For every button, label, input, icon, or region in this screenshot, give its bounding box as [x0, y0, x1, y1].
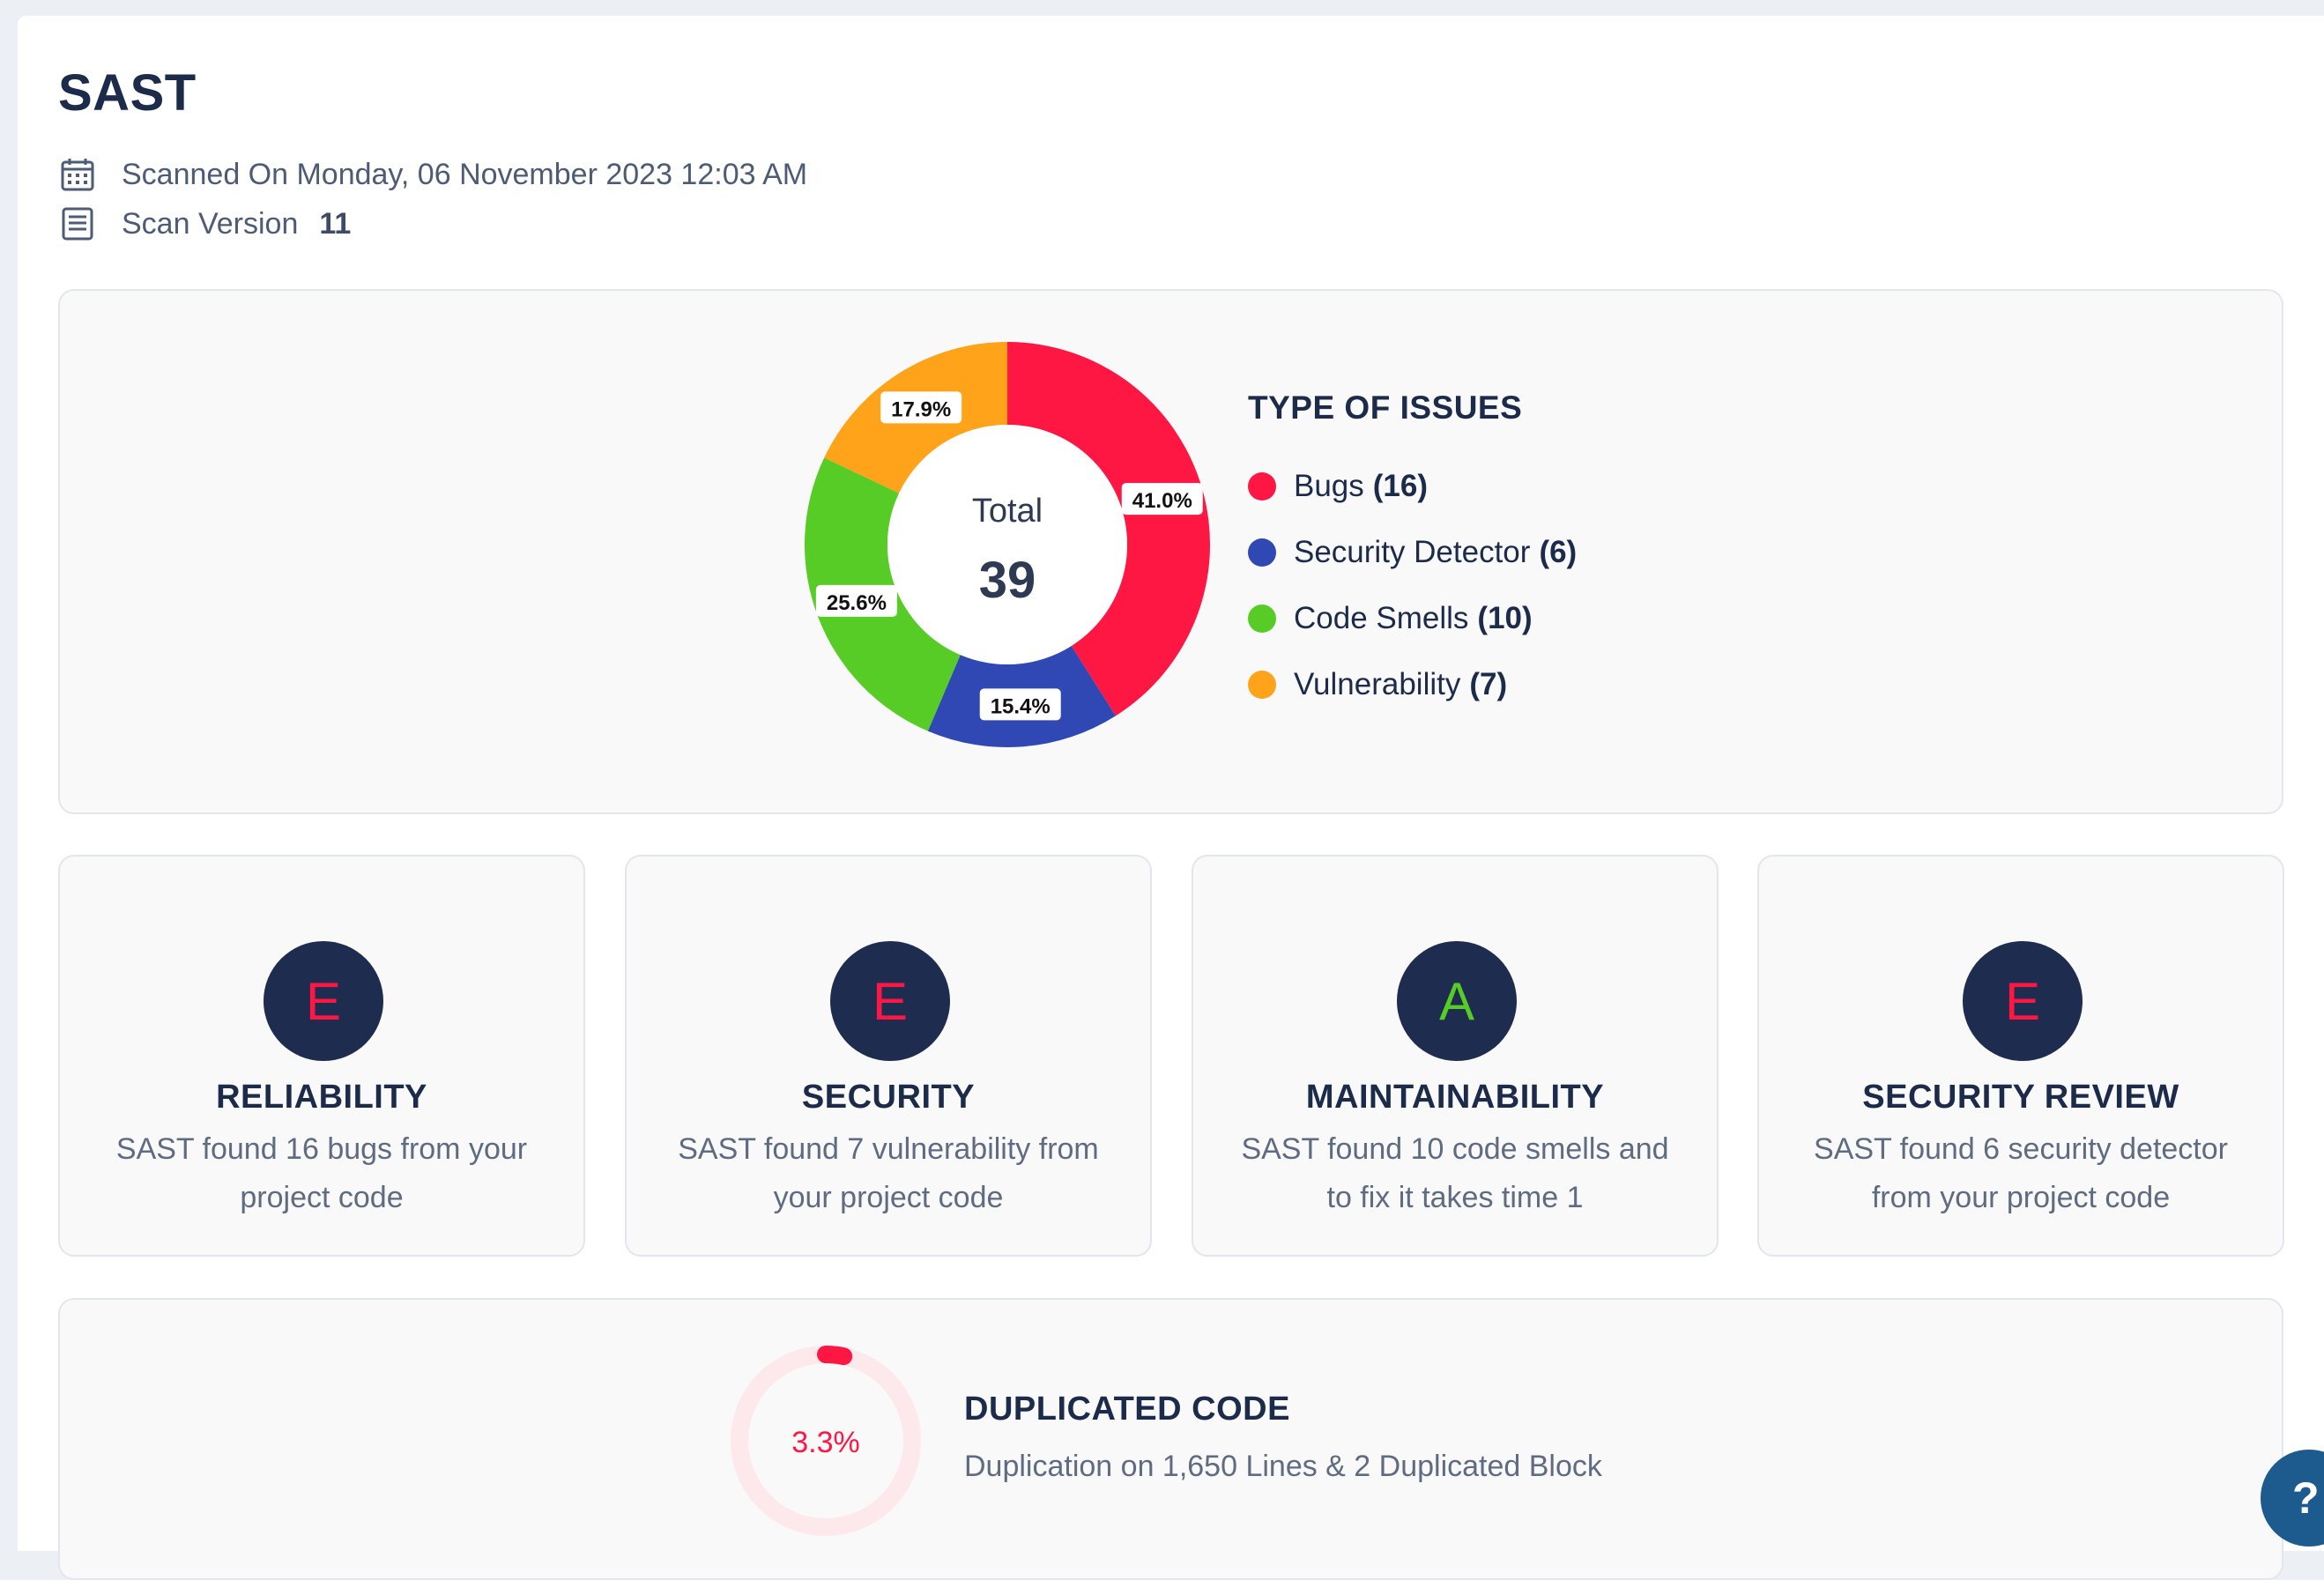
maintainability-card[interactable]: A MAINTAINABILITY SAST found 10 code sme…	[1192, 855, 1719, 1257]
donut-percent-label: 25.6%	[815, 584, 897, 617]
legend-title: TYPE OF ISSUES	[1248, 389, 1523, 426]
percent-label-text: 41.0%	[1132, 489, 1192, 513]
grade-badge: E	[264, 941, 383, 1061]
legend-label: Code Smells	[1294, 601, 1469, 635]
legend-count: (6)	[1539, 535, 1578, 569]
legend-item-bugs: Bugs (16)	[1248, 469, 1428, 504]
card-description: SAST found 10 code smells and to fix it …	[1241, 1132, 1669, 1214]
legend-count: (10)	[1477, 601, 1533, 635]
donut-total-label: Total	[972, 493, 1043, 530]
duplicated-code-description: Duplication on 1,650 Lines & 2 Duplicate…	[964, 1450, 1602, 1483]
legend-count: (7)	[1469, 667, 1508, 701]
security-review-card[interactable]: E SECURITY REVIEW SAST found 6 security …	[1757, 855, 2284, 1257]
card-title: SECURITY	[801, 1079, 976, 1116]
percent-label-text: 17.9%	[891, 397, 951, 421]
duplicated-code-title: DUPLICATED CODE	[964, 1391, 1290, 1428]
legend-dot	[1248, 605, 1276, 633]
duplicated-code-card	[58, 1298, 2283, 1580]
donut-percent-label: 17.9%	[880, 391, 962, 424]
legend-label: Vulnerability	[1294, 667, 1461, 701]
donut-center	[887, 425, 1127, 664]
legend-dot	[1248, 671, 1276, 699]
card-title: RELIABILITY	[216, 1079, 427, 1116]
card-description: SAST found 16 bugs from your project cod…	[115, 1132, 528, 1214]
grade-badge: E	[1963, 941, 2083, 1061]
card-description: SAST found 7 vulnerability from your pro…	[678, 1132, 1099, 1214]
gauge-percent-label: 3.3%	[791, 1426, 860, 1459]
card-description: SAST found 6 security detector from your…	[1814, 1132, 2228, 1214]
card-title: MAINTAINABILITY	[1305, 1079, 1605, 1116]
percent-label-text: 15.4%	[991, 694, 1051, 718]
gauge-progress	[817, 1346, 853, 1366]
legend-label: Bugs	[1294, 469, 1364, 503]
legend-dot	[1248, 538, 1276, 567]
duplication-gauge: 3.3%	[731, 1346, 921, 1536]
legend-item-security-detector: Security Detector (6)	[1248, 535, 1577, 570]
donut-percent-label: 15.4%	[979, 688, 1061, 721]
legend-dot	[1248, 472, 1276, 501]
security-card[interactable]: E SECURITY SAST found 7 vulnerability fr…	[625, 855, 1152, 1257]
reliability-card[interactable]: E RELIABILITY SAST found 16 bugs from yo…	[58, 855, 585, 1257]
grade-badge: A	[1397, 941, 1517, 1061]
legend-label: Security Detector	[1294, 535, 1531, 569]
grade-badge: E	[830, 941, 950, 1061]
donut-total-value: 39	[979, 552, 1036, 609]
legend-count: (16)	[1372, 469, 1429, 503]
donut-percent-label: 41.0%	[1121, 483, 1203, 516]
legend-item-vulnerability: Vulnerability (7)	[1248, 667, 1507, 702]
legend-item-code-smells: Code Smells (10)	[1248, 601, 1533, 636]
card-title: SECURITY REVIEW	[1862, 1079, 2179, 1116]
percent-label-text: 25.6%	[827, 591, 887, 615]
